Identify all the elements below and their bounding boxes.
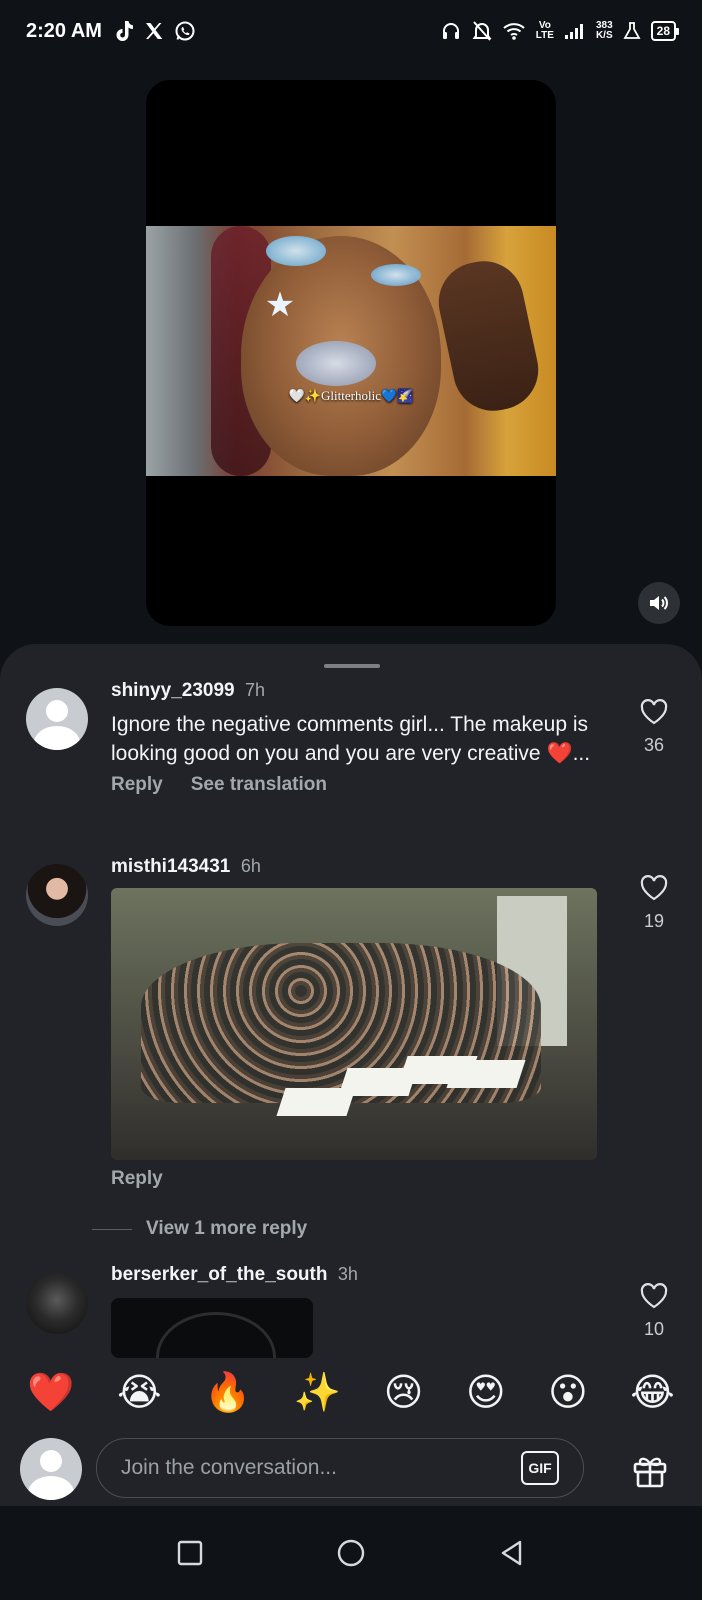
like-button[interactable]: 10	[630, 1282, 678, 1340]
comment-input[interactable]	[121, 1456, 521, 1480]
comment-image[interactable]	[111, 1298, 313, 1358]
emoji-heart[interactable]: ❤️	[27, 1371, 74, 1415]
system-nav-bar	[0, 1506, 702, 1600]
network-type: Vo LTE	[535, 20, 554, 41]
status-bar: 2:20 AM Vo LTE 383 K/S 28	[0, 0, 702, 62]
like-button[interactable]: 36	[630, 698, 678, 756]
lab-flask-icon	[623, 22, 641, 39]
my-avatar	[20, 1438, 82, 1500]
reply-button[interactable]: Reply	[111, 774, 163, 796]
headset-icon	[442, 23, 459, 39]
comment-time: 7h	[245, 680, 266, 700]
comment-body: berserker_of_the_south 3h	[111, 1264, 591, 1358]
whatsapp-icon	[175, 21, 195, 41]
recents-icon[interactable]	[176, 1539, 204, 1567]
avatar[interactable]	[26, 688, 88, 750]
emoji-surprised[interactable]: 😮	[548, 1371, 588, 1415]
comment-username[interactable]: shinyy_23099	[111, 680, 235, 701]
network-speed: 383 K/S	[595, 20, 613, 41]
emoji-fire[interactable]: 🔥	[204, 1371, 251, 1415]
view-more-replies-button[interactable]: View 1 more reply	[92, 1218, 307, 1240]
comment-body: shinyy_23099 7h Ignore the negative comm…	[111, 680, 591, 796]
notification-icons	[114, 20, 196, 42]
like-button[interactable]: 19	[630, 874, 678, 932]
wifi-icon	[503, 23, 525, 40]
signal-icon	[564, 24, 583, 39]
home-icon[interactable]	[336, 1538, 366, 1568]
emoji-sad[interactable]: 😢	[384, 1371, 424, 1415]
speaker-icon	[650, 596, 668, 610]
emoji-crying[interactable]: 😭	[117, 1371, 161, 1415]
comment-username[interactable]: berserker_of_the_south	[111, 1264, 327, 1285]
video-caption: 🤍✨Glitterholic💙🌠	[288, 388, 414, 403]
heart-icon	[640, 1283, 668, 1309]
comment-username[interactable]: misthi143431	[111, 856, 230, 877]
comment-time: 3h	[337, 1264, 358, 1284]
star-decoration: ★	[264, 286, 296, 324]
status-time: 2:20 AM	[26, 19, 102, 42]
back-icon[interactable]	[498, 1539, 526, 1567]
see-translation-button[interactable]: See translation	[191, 774, 327, 796]
comment-input-box[interactable]: GIF	[96, 1438, 584, 1498]
video-frame: ★ 🤍✨Glitterholic💙🌠	[146, 226, 556, 476]
comment-gif[interactable]	[111, 888, 597, 1160]
comment-text: Ignore the negative comments girl... The…	[111, 713, 591, 765]
emoji-sparkles[interactable]: ✨	[294, 1371, 341, 1415]
battery-indicator: 28	[650, 21, 680, 41]
video-player[interactable]: ★ 🤍✨Glitterholic💙🌠	[146, 80, 556, 626]
mute-bell-icon	[472, 21, 492, 41]
emoji-laughing[interactable]: 😂	[630, 1371, 674, 1415]
x-icon	[145, 23, 163, 39]
like-count: 10	[643, 1319, 665, 1339]
comment-actions: Reply	[111, 1168, 591, 1190]
gift-icon[interactable]	[630, 1450, 670, 1490]
heart-icon	[640, 875, 668, 901]
sound-toggle-button[interactable]	[638, 582, 680, 624]
emoji-heart-eyes[interactable]: 😍	[466, 1371, 506, 1415]
comment-body: misthi143431 6h Reply	[111, 856, 597, 1190]
comment-time: 6h	[240, 856, 261, 876]
like-count: 19	[643, 911, 665, 931]
heart-icon	[640, 699, 668, 725]
avatar[interactable]	[26, 864, 88, 926]
emoji-quick-bar: ❤️ 😭 🔥 ✨ 😢 😍 😮 😂	[0, 1362, 702, 1424]
gif-button[interactable]: GIF	[521, 1451, 559, 1485]
like-count: 36	[643, 735, 665, 755]
avatar[interactable]	[26, 1272, 88, 1334]
tiktok-icon	[116, 21, 133, 41]
comment-composer: GIF	[0, 1424, 702, 1506]
sheet-drag-handle[interactable]	[324, 664, 380, 668]
reply-button[interactable]: Reply	[111, 1168, 163, 1190]
comment-actions: Reply See translation	[111, 774, 591, 796]
status-right: Vo LTE 383 K/S 28	[440, 20, 680, 42]
